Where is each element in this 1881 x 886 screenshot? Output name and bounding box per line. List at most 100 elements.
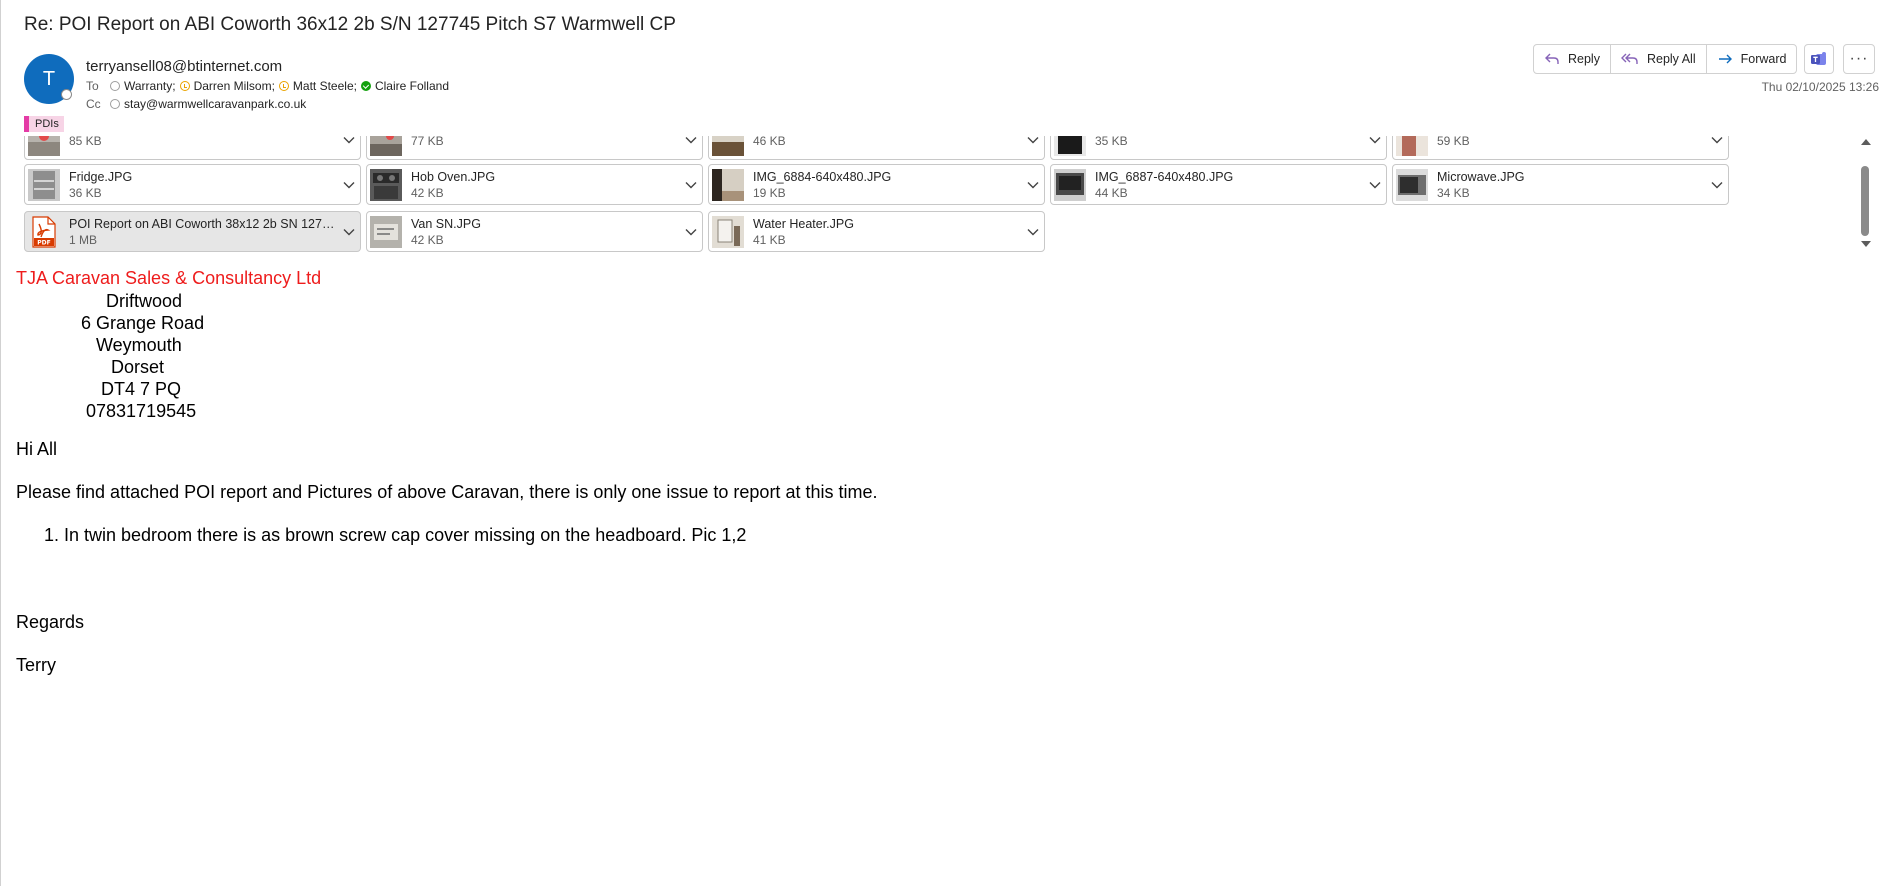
more-options-button[interactable]: ··· — [1843, 44, 1875, 74]
presence-status-icon — [61, 89, 72, 100]
attachment-item[interactable]: Microwave.JPG 34 KB — [1392, 164, 1729, 205]
address-line: Driftwood — [106, 291, 183, 311]
recipient-name: stay@warmwellcaravanpark.co.uk — [124, 97, 307, 111]
image-thumbnail — [712, 215, 744, 248]
intro-paragraph: Please find attached POI report and Pict… — [16, 482, 878, 502]
attachment-size: 77 KB — [411, 136, 444, 148]
attachment-size: 41 KB — [753, 232, 786, 247]
email-subject: Re: POI Report on ABI Coworth 36x12 2b S… — [24, 14, 676, 35]
category-tag[interactable]: PDIs — [24, 116, 64, 132]
image-thumbnail — [712, 136, 744, 156]
attachment-name: POI Report on ABI Coworth 38x12 2b SN 12… — [69, 216, 338, 231]
attachment-list: 85 KB 77 KB 46 KB 35 KB 59 KB Fridge.JPG… — [24, 136, 1856, 252]
recipient-name: Claire Folland — [374, 79, 449, 93]
scroll-thumb[interactable] — [1861, 166, 1869, 236]
teams-button[interactable] — [1804, 44, 1834, 74]
presence-offline-icon — [110, 99, 120, 109]
pane-border — [0, 0, 1, 886]
cc-line: Cc stay@warmwellcaravanpark.co.uk — [86, 97, 310, 111]
forward-button[interactable]: Forward — [1707, 45, 1797, 73]
attachment-name: IMG_6887-640x480.JPG — [1095, 169, 1234, 184]
attachment-menu-chevron-icon[interactable] — [680, 228, 702, 236]
attachment-item[interactable]: 59 KB — [1392, 136, 1729, 160]
image-thumbnail — [1054, 168, 1086, 201]
address-line: DT4 7 PQ — [101, 379, 182, 399]
attachment-item[interactable]: 77 KB — [366, 136, 703, 160]
message-body: TJA Caravan Sales & Consultancy Ltd Drif… — [16, 268, 877, 676]
company-name: TJA Caravan Sales & Consultancy Ltd — [16, 268, 322, 288]
forward-label: Forward — [1740, 52, 1787, 66]
attachment-menu-chevron-icon[interactable] — [1706, 181, 1728, 189]
attachment-menu-chevron-icon[interactable] — [338, 136, 360, 144]
address-line: Dorset — [111, 357, 165, 377]
presence-offline-icon — [110, 81, 120, 91]
attachment-item[interactable]: Hob Oven.JPG 42 KB — [366, 164, 703, 205]
attachment-item[interactable]: IMG_6887-640x480.JPG 44 KB — [1050, 164, 1387, 205]
attachment-menu-chevron-icon[interactable] — [680, 136, 702, 144]
attachment-item[interactable]: 85 KB — [24, 136, 361, 160]
attachment-size: 19 KB — [753, 185, 786, 200]
presence-away-icon — [278, 81, 289, 91]
response-actions: Reply Reply All Forward — [1533, 44, 1798, 74]
more-icon: ··· — [1849, 50, 1869, 67]
attachment-menu-chevron-icon[interactable] — [1364, 136, 1386, 144]
to-line: To Warranty; Darren Milsom; Matt Steele;… — [86, 79, 453, 93]
attachment-menu-chevron-icon[interactable] — [338, 181, 360, 189]
attachment-menu-chevron-icon[interactable] — [1706, 136, 1728, 144]
image-thumbnail — [712, 168, 744, 201]
teams-icon — [1811, 52, 1826, 65]
attachment-name: IMG_6884-640x480.JPG — [753, 169, 892, 184]
recipient[interactable]: Matt Steele; — [278, 79, 357, 93]
recipient[interactable]: stay@warmwellcaravanpark.co.uk — [110, 97, 306, 111]
attachment-size: 59 KB — [1437, 136, 1470, 148]
address-line: 07831719545 — [86, 401, 197, 421]
address-line: Weymouth — [96, 335, 182, 355]
image-thumbnail — [28, 168, 60, 201]
attachment-name: Fridge.JPG — [69, 169, 133, 184]
scroll-down-arrow-icon[interactable] — [1861, 241, 1871, 247]
issue-list: In twin bedroom there is as brown screw … — [16, 525, 877, 546]
address-block: Driftwood 6 Grange Road Weymouth Dorset … — [16, 289, 216, 421]
attachment-size: 46 KB — [753, 136, 786, 148]
attachment-menu-chevron-icon[interactable] — [1022, 136, 1044, 144]
reply-icon — [1545, 53, 1559, 64]
scroll-up-arrow-icon[interactable] — [1861, 139, 1871, 145]
attachment-size: 44 KB — [1095, 185, 1128, 200]
presence-away-icon — [179, 81, 190, 91]
issue-item: In twin bedroom there is as brown screw … — [64, 525, 877, 546]
attachment-item[interactable]: Water Heater.JPG 41 KB — [708, 211, 1045, 252]
recipient-name: Darren Milsom; — [193, 79, 275, 93]
attachment-size: 1 MB — [69, 232, 98, 247]
recipient[interactable]: Warranty; — [110, 79, 176, 93]
image-thumbnail — [1396, 168, 1428, 201]
received-timestamp: Thu 02/10/2025 13:26 — [1761, 80, 1879, 94]
attachment-menu-chevron-icon[interactable] — [1364, 181, 1386, 189]
reply-all-button[interactable]: Reply All — [1611, 45, 1707, 73]
attachment-item[interactable]: 35 KB — [1050, 136, 1387, 160]
attachment-menu-chevron-icon[interactable] — [1022, 228, 1044, 236]
image-thumbnail — [370, 136, 402, 156]
attachment-menu-chevron-icon[interactable] — [338, 228, 360, 236]
attachment-name: Water Heater.JPG — [753, 216, 854, 231]
attachment-item[interactable]: Fridge.JPG 36 KB — [24, 164, 361, 205]
to-label: To — [86, 79, 99, 93]
attachment-menu-chevron-icon[interactable] — [1022, 181, 1044, 189]
image-thumbnail — [28, 136, 60, 156]
attachment-size: 85 KB — [69, 136, 102, 148]
reply-button[interactable]: Reply — [1534, 45, 1611, 73]
image-thumbnail — [370, 168, 402, 201]
attachment-item[interactable]: 46 KB — [708, 136, 1045, 160]
image-thumbnail — [1396, 136, 1428, 156]
recipient[interactable]: Darren Milsom; — [179, 79, 275, 93]
attachment-item-selected[interactable]: PDF POI Report on ABI Coworth 38x12 2b S… — [24, 211, 361, 252]
recipient[interactable]: Claire Folland — [360, 79, 449, 93]
cc-label: Cc — [86, 97, 101, 111]
closing: Regards — [16, 612, 85, 632]
attachment-menu-chevron-icon[interactable] — [680, 181, 702, 189]
attachment-size: 36 KB — [69, 185, 102, 200]
recipient-name: Warranty; — [124, 79, 176, 93]
attachment-item[interactable]: IMG_6884-640x480.JPG 19 KB — [708, 164, 1045, 205]
attachments-scrollbar[interactable] — [1858, 136, 1872, 252]
attachment-item[interactable]: Van SN.JPG 42 KB — [366, 211, 703, 252]
sender-address[interactable]: terryansell08@btinternet.com — [86, 58, 282, 75]
